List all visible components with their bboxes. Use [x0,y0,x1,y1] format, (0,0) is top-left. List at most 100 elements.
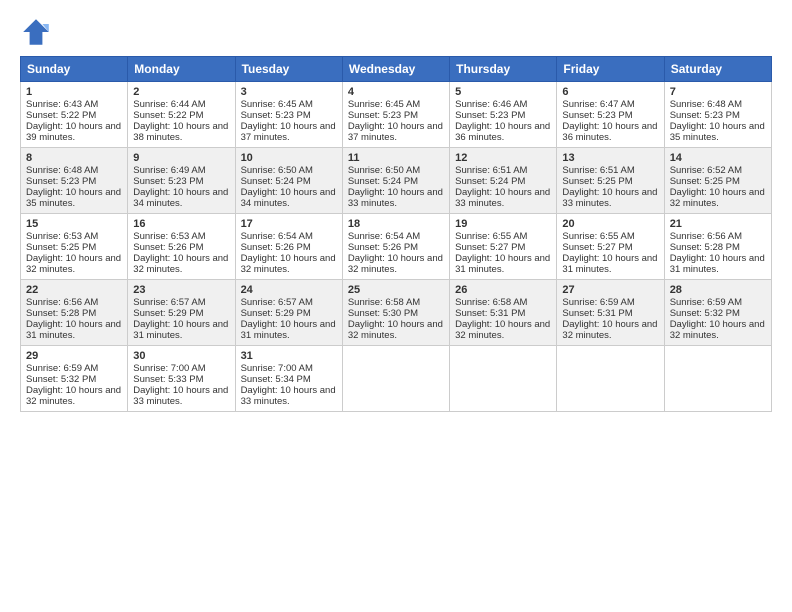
calendar-cell [557,346,664,412]
sunset-text: Sunset: 5:23 PM [26,176,96,187]
logo [20,16,56,48]
day-number: 24 [241,284,337,296]
calendar-cell: 5Sunrise: 6:46 AMSunset: 5:23 PMDaylight… [450,82,557,148]
sunrise-text: Sunrise: 6:50 AM [241,165,313,176]
sunrise-text: Sunrise: 6:56 AM [670,231,742,242]
calendar-cell: 18Sunrise: 6:54 AMSunset: 5:26 PMDayligh… [342,214,449,280]
sunset-text: Sunset: 5:25 PM [26,242,96,253]
sunset-text: Sunset: 5:27 PM [455,242,525,253]
logo-icon [20,16,52,48]
calendar-cell: 2Sunrise: 6:44 AMSunset: 5:22 PMDaylight… [128,82,235,148]
calendar-cell: 4Sunrise: 6:45 AMSunset: 5:23 PMDaylight… [342,82,449,148]
calendar-table: SundayMondayTuesdayWednesdayThursdayFrid… [20,56,772,412]
daylight-text: Daylight: 10 hours and 34 minutes. [241,187,336,209]
day-number: 8 [26,152,122,164]
sunset-text: Sunset: 5:23 PM [133,176,203,187]
sunrise-text: Sunrise: 7:00 AM [241,363,313,374]
sunset-text: Sunset: 5:23 PM [455,110,525,121]
calendar-cell: 10Sunrise: 6:50 AMSunset: 5:24 PMDayligh… [235,148,342,214]
sunrise-text: Sunrise: 6:59 AM [670,297,742,308]
sunset-text: Sunset: 5:28 PM [26,308,96,319]
calendar-cell: 25Sunrise: 6:58 AMSunset: 5:30 PMDayligh… [342,280,449,346]
sunset-text: Sunset: 5:34 PM [241,374,311,385]
header-cell-sunday: Sunday [21,57,128,82]
sunrise-text: Sunrise: 6:45 AM [348,99,420,110]
sunrise-text: Sunrise: 6:43 AM [26,99,98,110]
sunset-text: Sunset: 5:30 PM [348,308,418,319]
day-number: 15 [26,218,122,230]
sunset-text: Sunset: 5:25 PM [562,176,632,187]
header-cell-wednesday: Wednesday [342,57,449,82]
page: SundayMondayTuesdayWednesdayThursdayFrid… [0,0,792,612]
daylight-text: Daylight: 10 hours and 35 minutes. [670,121,765,143]
daylight-text: Daylight: 10 hours and 32 minutes. [670,187,765,209]
daylight-text: Daylight: 10 hours and 33 minutes. [133,385,228,407]
daylight-text: Daylight: 10 hours and 31 minutes. [241,319,336,341]
day-number: 22 [26,284,122,296]
sunrise-text: Sunrise: 6:48 AM [670,99,742,110]
sunset-text: Sunset: 5:25 PM [670,176,740,187]
sunrise-text: Sunrise: 6:58 AM [348,297,420,308]
day-number: 5 [455,86,551,98]
header-cell-tuesday: Tuesday [235,57,342,82]
sunset-text: Sunset: 5:32 PM [26,374,96,385]
sunrise-text: Sunrise: 6:59 AM [26,363,98,374]
day-number: 26 [455,284,551,296]
sunset-text: Sunset: 5:23 PM [348,110,418,121]
sunset-text: Sunset: 5:29 PM [241,308,311,319]
day-number: 11 [348,152,444,164]
day-number: 28 [670,284,766,296]
calendar-cell: 29Sunrise: 6:59 AMSunset: 5:32 PMDayligh… [21,346,128,412]
calendar-cell: 12Sunrise: 6:51 AMSunset: 5:24 PMDayligh… [450,148,557,214]
calendar-cell [450,346,557,412]
daylight-text: Daylight: 10 hours and 31 minutes. [133,319,228,341]
calendar-row-1: 1Sunrise: 6:43 AMSunset: 5:22 PMDaylight… [21,82,772,148]
day-number: 29 [26,350,122,362]
calendar-cell: 8Sunrise: 6:48 AMSunset: 5:23 PMDaylight… [21,148,128,214]
sunset-text: Sunset: 5:29 PM [133,308,203,319]
daylight-text: Daylight: 10 hours and 39 minutes. [26,121,121,143]
daylight-text: Daylight: 10 hours and 32 minutes. [455,319,550,341]
sunset-text: Sunset: 5:22 PM [26,110,96,121]
calendar-cell: 27Sunrise: 6:59 AMSunset: 5:31 PMDayligh… [557,280,664,346]
day-number: 9 [133,152,229,164]
calendar-cell: 31Sunrise: 7:00 AMSunset: 5:34 PMDayligh… [235,346,342,412]
calendar-cell: 13Sunrise: 6:51 AMSunset: 5:25 PMDayligh… [557,148,664,214]
sunset-text: Sunset: 5:31 PM [562,308,632,319]
sunrise-text: Sunrise: 6:59 AM [562,297,634,308]
sunrise-text: Sunrise: 6:57 AM [133,297,205,308]
day-number: 6 [562,86,658,98]
day-number: 18 [348,218,444,230]
header-cell-monday: Monday [128,57,235,82]
calendar-cell: 19Sunrise: 6:55 AMSunset: 5:27 PMDayligh… [450,214,557,280]
sunset-text: Sunset: 5:26 PM [241,242,311,253]
calendar-row-3: 15Sunrise: 6:53 AMSunset: 5:25 PMDayligh… [21,214,772,280]
calendar-cell: 17Sunrise: 6:54 AMSunset: 5:26 PMDayligh… [235,214,342,280]
sunrise-text: Sunrise: 6:55 AM [455,231,527,242]
daylight-text: Daylight: 10 hours and 32 minutes. [133,253,228,275]
sunrise-text: Sunrise: 6:56 AM [26,297,98,308]
sunrise-text: Sunrise: 6:52 AM [670,165,742,176]
calendar-cell: 6Sunrise: 6:47 AMSunset: 5:23 PMDaylight… [557,82,664,148]
calendar-cell: 7Sunrise: 6:48 AMSunset: 5:23 PMDaylight… [664,82,771,148]
day-number: 7 [670,86,766,98]
sunrise-text: Sunrise: 6:55 AM [562,231,634,242]
sunrise-text: Sunrise: 6:57 AM [241,297,313,308]
daylight-text: Daylight: 10 hours and 33 minutes. [241,385,336,407]
daylight-text: Daylight: 10 hours and 31 minutes. [562,253,657,275]
sunrise-text: Sunrise: 6:51 AM [455,165,527,176]
sunset-text: Sunset: 5:26 PM [133,242,203,253]
calendar-cell: 11Sunrise: 6:50 AMSunset: 5:24 PMDayligh… [342,148,449,214]
daylight-text: Daylight: 10 hours and 32 minutes. [562,319,657,341]
daylight-text: Daylight: 10 hours and 36 minutes. [562,121,657,143]
day-number: 23 [133,284,229,296]
sunset-text: Sunset: 5:23 PM [670,110,740,121]
daylight-text: Daylight: 10 hours and 32 minutes. [348,319,443,341]
day-number: 30 [133,350,229,362]
day-number: 3 [241,86,337,98]
day-number: 13 [562,152,658,164]
header-cell-thursday: Thursday [450,57,557,82]
sunrise-text: Sunrise: 6:49 AM [133,165,205,176]
daylight-text: Daylight: 10 hours and 31 minutes. [26,319,121,341]
day-number: 4 [348,86,444,98]
